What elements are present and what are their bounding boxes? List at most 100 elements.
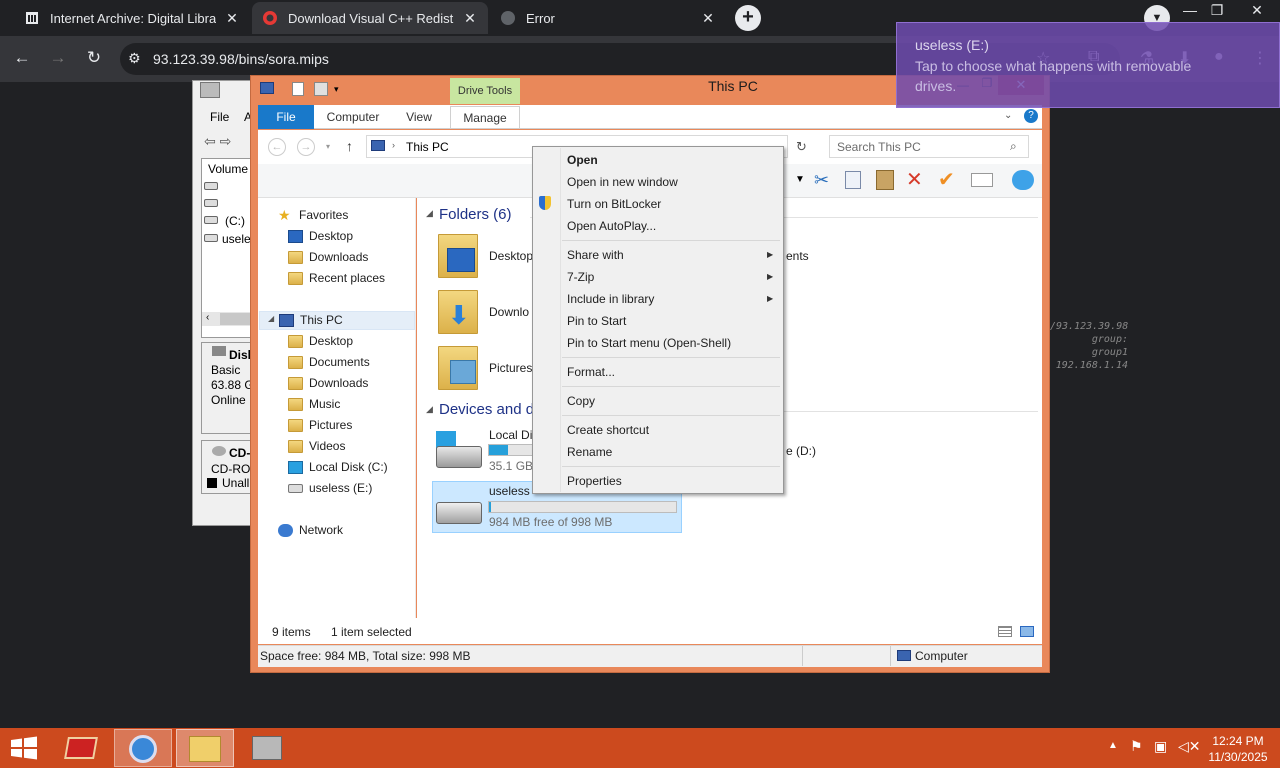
close-window-button[interactable]: ✕: [1234, 0, 1280, 22]
up-icon[interactable]: ↑: [346, 138, 353, 154]
menu-pin-open-shell[interactable]: Pin to Start menu (Open-Shell): [567, 336, 731, 350]
scroll-left-icon[interactable]: ‹: [206, 312, 209, 323]
devices-header[interactable]: Devices and d: [439, 401, 534, 418]
check-icon[interactable]: ✔: [938, 167, 955, 192]
breadcrumb[interactable]: This PC: [406, 140, 449, 154]
breadcrumb-chevron-icon[interactable]: ›: [392, 140, 395, 150]
menu-copy[interactable]: Copy: [567, 394, 595, 408]
nav-pc-desktop[interactable]: Desktop: [288, 334, 353, 348]
tab-error[interactable]: Error ✕: [490, 2, 726, 34]
menu-properties[interactable]: Properties: [567, 474, 622, 488]
back-icon[interactable]: ←: [268, 138, 286, 156]
clock[interactable]: 12:24 PM 11/30/2025: [1196, 733, 1280, 765]
recent-locations-icon[interactable]: ▾: [326, 142, 330, 151]
menu-7zip[interactable]: 7-Zip: [567, 270, 594, 284]
menu-open[interactable]: Open: [567, 153, 598, 167]
nav-pc-documents[interactable]: Documents: [288, 355, 370, 369]
forward-icon[interactable]: →: [297, 138, 315, 156]
nav-pc-useless[interactable]: useless (E:): [288, 481, 372, 495]
reload-icon[interactable]: ↻: [82, 48, 106, 68]
folders-header[interactable]: Folders (6): [439, 206, 512, 223]
back-arrow-icon[interactable]: ⇦ ⇨: [204, 133, 231, 150]
menu-share-with[interactable]: Share with: [567, 248, 624, 262]
local-disk-icon[interactable]: [436, 446, 482, 468]
menu-open-new-window[interactable]: Open in new window: [567, 175, 678, 189]
expand-icon[interactable]: ◢: [268, 314, 274, 323]
search-icon[interactable]: ⌕: [1010, 139, 1017, 154]
menu-pin-start[interactable]: Pin to Start: [567, 314, 626, 328]
menu-create-shortcut[interactable]: Create shortcut: [567, 423, 649, 437]
removable-drive-icon: [436, 502, 482, 524]
removable-drive-icon: [288, 483, 303, 493]
menu-rename[interactable]: Rename: [567, 445, 612, 459]
show-hidden-icons[interactable]: ▲: [1108, 740, 1118, 751]
details-view-icon[interactable]: [998, 626, 1012, 637]
tab-computer[interactable]: Computer: [320, 106, 386, 128]
nav-pc-videos[interactable]: Videos: [288, 439, 345, 453]
nav-favorites[interactable]: ★ Favorites: [278, 208, 348, 223]
action-center-flag-icon[interactable]: ⚑: [1130, 738, 1143, 755]
restore-button[interactable]: ❐: [1200, 0, 1234, 22]
menu-bitlocker[interactable]: Turn on BitLocker: [567, 197, 661, 211]
refresh-icon[interactable]: ↻: [796, 139, 807, 155]
ribbon-expand-icon[interactable]: ⌄: [1004, 110, 1012, 121]
taskbar-app-1[interactable]: [52, 729, 110, 767]
help-icon[interactable]: ?: [1024, 109, 1038, 123]
delete-icon[interactable]: ✕: [906, 167, 923, 192]
rename-icon[interactable]: [971, 173, 993, 187]
tab-internet-archive[interactable]: Internet Archive: Digital Library ✕: [14, 2, 250, 34]
menu-autoplay[interactable]: Open AutoPlay...: [567, 219, 656, 233]
nav-pc-downloads[interactable]: Downloads: [288, 376, 368, 390]
close-icon[interactable]: ✕: [462, 10, 478, 27]
menu-include-library[interactable]: Include in library: [567, 292, 654, 306]
computer-icon: [897, 650, 911, 661]
large-icons-view-icon[interactable]: [1020, 626, 1034, 637]
copy-icon[interactable]: [845, 171, 861, 189]
tab-view[interactable]: View: [398, 106, 440, 128]
folder-downloads[interactable]: Downlo: [489, 305, 529, 319]
volume-e[interactable]: usele: [222, 232, 251, 246]
collapse-icon[interactable]: ◢: [426, 208, 433, 219]
nav-network[interactable]: Network: [278, 523, 343, 537]
tab-visual-cpp[interactable]: Download Visual C++ Redistributable ✕: [252, 2, 488, 34]
folder-pictures[interactable]: Pictures: [489, 361, 532, 375]
download-arrow-icon: ⬇: [448, 300, 470, 330]
nav-this-pc[interactable]: This PC: [279, 313, 343, 327]
site-settings-icon[interactable]: ⚙: [128, 50, 141, 67]
globe-icon[interactable]: [1012, 170, 1034, 190]
tab-manage[interactable]: Manage: [450, 106, 520, 128]
nav-pc-local-disk[interactable]: Local Disk (C:): [288, 460, 388, 474]
search-input[interactable]: Search This PC: [829, 135, 1029, 158]
network-icon[interactable]: ▣: [1154, 738, 1167, 755]
nav-fav-desktop[interactable]: Desktop: [288, 229, 353, 243]
paste-icon[interactable]: [876, 170, 894, 190]
nav-pc-music[interactable]: Music: [288, 397, 340, 411]
taskbar-disk-management[interactable]: [114, 729, 172, 767]
start-button[interactable]: [10, 736, 38, 760]
computer-icon: [371, 140, 385, 151]
nav-fav-recent[interactable]: Recent places: [288, 271, 385, 285]
volume-c[interactable]: (C:): [225, 214, 245, 228]
back-icon[interactable]: ←: [10, 48, 34, 68]
old-menu-file[interactable]: File: [210, 110, 229, 124]
collapse-icon[interactable]: ◢: [426, 404, 433, 415]
close-icon[interactable]: ✕: [700, 10, 716, 27]
new-tab-button[interactable]: +: [735, 5, 761, 31]
device-d-partial[interactable]: e (D:): [786, 444, 816, 458]
close-icon[interactable]: ✕: [224, 10, 240, 27]
organize-dropdown-icon[interactable]: ▼: [795, 174, 805, 185]
cut-icon[interactable]: ✂: [814, 170, 829, 191]
folder-documents-partial[interactable]: ents: [786, 249, 809, 263]
nav-pc-pictures[interactable]: Pictures: [288, 418, 352, 432]
nav-fav-downloads[interactable]: Downloads: [288, 250, 368, 264]
scroll-thumb[interactable]: [220, 313, 252, 325]
tab-file[interactable]: File: [258, 105, 314, 129]
terminal-line: /93.123.39.98: [1050, 321, 1129, 332]
drive-icon: [204, 234, 218, 242]
taskbar-file-explorer[interactable]: [176, 729, 234, 767]
forward-icon[interactable]: →: [46, 48, 70, 68]
menu-format[interactable]: Format...: [567, 365, 615, 379]
taskbar-app-4[interactable]: [238, 729, 296, 767]
device-local-disk[interactable]: Local Di: [489, 428, 532, 442]
folder-desktop[interactable]: Desktop: [489, 249, 533, 263]
